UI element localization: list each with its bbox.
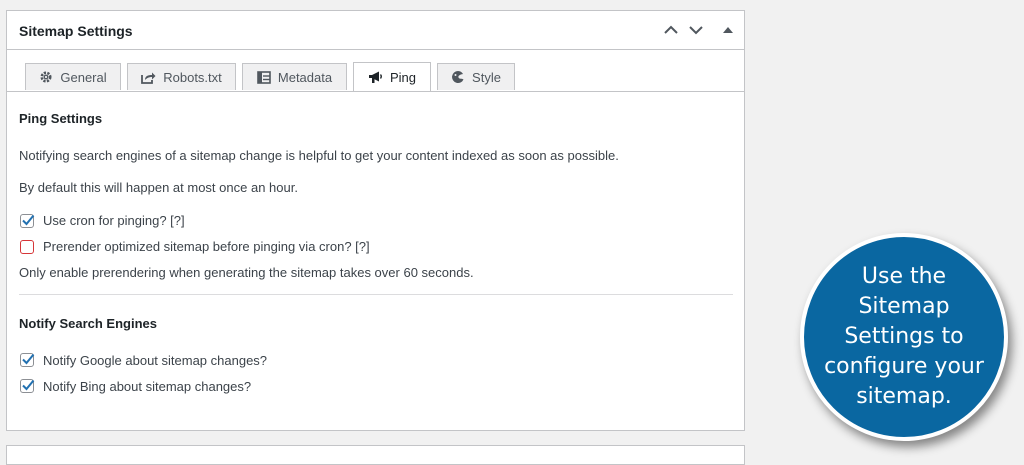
callout-text: Use the Sitemap Settings to configure yo… (824, 264, 984, 409)
settings-tabs: General Robots.txt Metadata Ping Style (7, 50, 744, 92)
tab-metadata[interactable]: Metadata (242, 63, 347, 90)
checkmark-icon (22, 353, 35, 365)
use-cron-label[interactable]: Use cron for pinging? [?] (43, 213, 185, 228)
callout-badge: Use the Sitemap Settings to configure yo… (800, 233, 1008, 441)
share-icon (141, 72, 156, 84)
tab-style[interactable]: Style (437, 63, 515, 90)
checkmark-icon (22, 214, 35, 226)
tab-label: Metadata (277, 69, 333, 85)
prerender-checkbox[interactable] (20, 240, 34, 254)
prerender-label[interactable]: Prerender optimized sitemap before pingi… (43, 239, 370, 254)
sitemap-settings-panel: Sitemap Settings General Robots.txt Meta… (6, 10, 745, 431)
prerender-note: Only enable prerendering when generating… (19, 265, 474, 280)
megaphone-icon (368, 71, 382, 83)
next-panel-edge (6, 445, 745, 465)
toggle-panel-button[interactable] (718, 20, 738, 40)
tab-robots[interactable]: Robots.txt (127, 63, 236, 90)
checkmark-icon (22, 379, 35, 391)
layout-icon (257, 70, 271, 84)
notify-bing-label[interactable]: Notify Bing about sitemap changes? (43, 379, 251, 394)
panel-header: Sitemap Settings (7, 11, 744, 50)
notify-google-checkbox[interactable] (20, 353, 35, 367)
tab-ping[interactable]: Ping (353, 62, 431, 91)
notify-google-label[interactable]: Notify Google about sitemap changes? (43, 353, 267, 368)
tab-label: General (60, 69, 107, 85)
tab-label: Ping (389, 69, 417, 85)
gear-icon (40, 71, 52, 83)
tab-label: Style (472, 69, 501, 85)
notify-heading: Notify Search Engines (19, 316, 157, 331)
tab-label: Robots.txt (163, 69, 222, 85)
section-divider (19, 294, 733, 295)
ping-settings-heading: Ping Settings (19, 111, 103, 126)
ping-default-note: By default this will happen at most once… (19, 180, 298, 195)
chevron-down-icon (689, 26, 703, 35)
use-cron-checkbox[interactable] (20, 214, 35, 228)
move-down-button[interactable] (686, 20, 706, 40)
triangle-up-icon (723, 27, 733, 33)
palette-icon (452, 71, 464, 83)
chevron-up-icon (664, 25, 678, 34)
panel-title: Sitemap Settings (19, 23, 133, 39)
ping-intro-text: Notifying search engines of a sitemap ch… (19, 148, 619, 163)
notify-bing-checkbox[interactable] (20, 379, 35, 393)
move-up-button[interactable] (661, 20, 681, 40)
tab-general[interactable]: General (25, 63, 121, 90)
